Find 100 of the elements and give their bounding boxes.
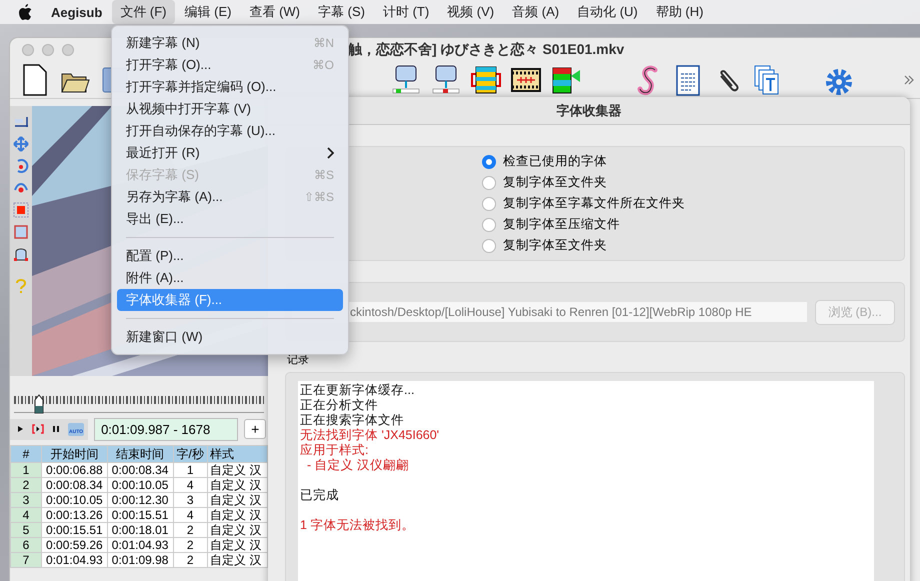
seek-thumb[interactable]	[34, 394, 44, 414]
table-cell: 自定义 汉	[207, 538, 268, 552]
radio-button[interactable]	[482, 218, 496, 232]
log-line: 应用于样式:	[300, 443, 370, 458]
table-cell: 自定义 汉	[207, 552, 268, 568]
menu-bar-item[interactable]: 编辑 (E)	[176, 0, 240, 24]
table-cell: 0:00:18.01	[107, 522, 173, 538]
scale-icon[interactable]	[13, 202, 29, 218]
overflow-chevron-icon[interactable]	[903, 74, 915, 86]
menu-bar-item[interactable]: 计时 (T)	[374, 0, 438, 24]
column-header[interactable]: 开始时间	[42, 446, 108, 462]
menu-item[interactable]: 从视频中打开字幕 (V)	[117, 98, 343, 120]
monitor-arrow-icon[interactable]	[391, 64, 421, 96]
radio-label[interactable]: 复制字体至压缩文件	[503, 216, 620, 233]
play-line-icon[interactable]	[32, 423, 44, 435]
column-header[interactable]: #	[10, 446, 42, 462]
shortcut-label: ⇧⌘S	[304, 190, 334, 204]
shortcut-label: ⌘O	[312, 58, 334, 72]
column-header[interactable]: 字/秒	[173, 446, 208, 462]
log-line: 无法找到字体 'JX45I660'	[300, 428, 440, 443]
radio-button[interactable]	[482, 154, 496, 168]
table-cell: 1	[10, 462, 42, 478]
table-cell: 2	[173, 552, 208, 568]
table-cell: 0:00:15.51	[107, 508, 173, 522]
menu-item[interactable]: 新建字幕 (N) ⌘N	[117, 32, 343, 54]
log-line: 1 字体无法被找到。	[300, 518, 416, 533]
monitor-arrow-icon[interactable]	[431, 64, 461, 96]
table-cell: 自定义 汉	[207, 508, 268, 522]
clip-icon[interactable]	[13, 224, 29, 240]
table-cell: 0:00:59.26	[42, 538, 108, 552]
column-header[interactable]: 结束时间	[107, 446, 173, 462]
radio-button[interactable]	[482, 196, 496, 210]
window-title: 触，恋恋不舍] ゆびさきと恋々 S01E01.mkv	[348, 41, 624, 59]
menu-bar-item[interactable]: 自动化 (U)	[569, 0, 646, 24]
menu-item[interactable]: 新建窗口 (W)	[117, 326, 343, 348]
table-cell: 2	[173, 522, 208, 538]
menu-item[interactable]: 最近打开 (R)	[117, 142, 343, 164]
menu-bar-item[interactable]: 帮助 (H)	[648, 0, 712, 24]
menu-item[interactable]: 配置 (P)...	[117, 245, 343, 267]
menu-item[interactable]: 打开字幕并指定编码 (O)...	[117, 76, 343, 98]
radio-label[interactable]: 复制字体至文件夹	[503, 174, 607, 191]
table-cell: 3	[173, 492, 208, 508]
menu-bar-item[interactable]: 查看 (W)	[241, 0, 308, 24]
apple-logo-icon[interactable]	[18, 4, 32, 20]
menu-item[interactable]: 另存为字幕 (A)... ⇧⌘S	[117, 186, 343, 208]
table-cell: 4	[173, 508, 208, 522]
shortcut-label: ⌘S	[314, 168, 334, 182]
move-arrows-icon[interactable]	[13, 136, 29, 152]
menu-item[interactable]: 打开自动保存的字幕 (U)...	[117, 120, 343, 142]
table-cell: 0:00:13.26	[42, 508, 108, 522]
radio-label[interactable]: 检查已使用的字体	[503, 153, 607, 170]
table-cell: 自定义 汉	[207, 478, 268, 492]
table-cell: 自定义 汉	[207, 462, 268, 478]
menu-bar-item[interactable]: 文件 (F)	[112, 0, 175, 24]
vector-clip-icon[interactable]	[13, 246, 29, 262]
table-cell: 0:00:12.30	[107, 492, 173, 508]
dialog-title: 字体收集器	[556, 102, 622, 120]
table-cell: 自定义 汉	[207, 522, 268, 538]
app-name[interactable]: Aegisub	[42, 4, 112, 20]
table-cell: 0:00:08.34	[42, 478, 108, 492]
log-line: 已完成	[300, 488, 340, 503]
menu-bar-item[interactable]: 视频 (V)	[439, 0, 502, 24]
table-cell: 7	[10, 552, 42, 568]
seek-bar[interactable]	[14, 392, 264, 413]
table-grid-icon[interactable]	[471, 64, 501, 96]
table-cell: 4	[10, 508, 42, 522]
table-cell: 0:01:09.98	[107, 552, 173, 568]
table-cell: 0:01:04.93	[107, 538, 173, 552]
radio-label[interactable]: 复制字体至文件夹	[503, 237, 607, 254]
table-cell: 自定义 汉	[207, 492, 268, 508]
table-cell: 2	[10, 478, 42, 492]
menu-bar-item[interactable]: 字幕 (S)	[310, 0, 373, 24]
chevron-right-icon	[326, 147, 334, 159]
radio-label[interactable]: 复制字体至字幕文件所在文件夹	[503, 195, 685, 212]
table-cell: 3	[10, 492, 42, 508]
table-cell: 1	[173, 462, 208, 478]
table-cell: 0:00:10.05	[42, 492, 108, 508]
table-cell: 0:01:04.93	[42, 552, 108, 568]
table-cell: 0:00:15.51	[42, 522, 108, 538]
log-line: 正在分析文件	[300, 398, 379, 413]
pause-icon[interactable]	[50, 423, 62, 435]
shortcut-label: ⌘N	[313, 36, 334, 50]
menu-item[interactable]: 导出 (E)...	[117, 208, 343, 230]
ruler-icon[interactable]	[13, 114, 29, 130]
add-button[interactable]: +	[244, 419, 266, 439]
menu-item[interactable]: 附件 (A)...	[117, 267, 343, 289]
time-field[interactable]: 0:01:09.987 - 1678	[94, 418, 238, 440]
table-cell: 0:00:06.88	[42, 462, 108, 478]
table-cell: 4	[173, 478, 208, 492]
table-cell: 2	[173, 538, 208, 552]
radio-button[interactable]	[482, 176, 496, 190]
table-cell: 0:00:10.05	[107, 478, 173, 492]
table-cell: 0:00:08.34	[107, 462, 173, 478]
column-header[interactable]: 样式	[207, 446, 268, 462]
log-line: 正在搜索字体文件	[300, 413, 405, 428]
radio-button[interactable]	[482, 238, 496, 252]
menu-item[interactable]: 打开字幕 (O)... ⌘O	[117, 54, 343, 76]
menu-bar-item[interactable]: 音频 (A)	[504, 0, 568, 24]
log-line: - 自定义 汉仪翩翩	[306, 458, 410, 473]
table-cell: 6	[10, 538, 42, 552]
